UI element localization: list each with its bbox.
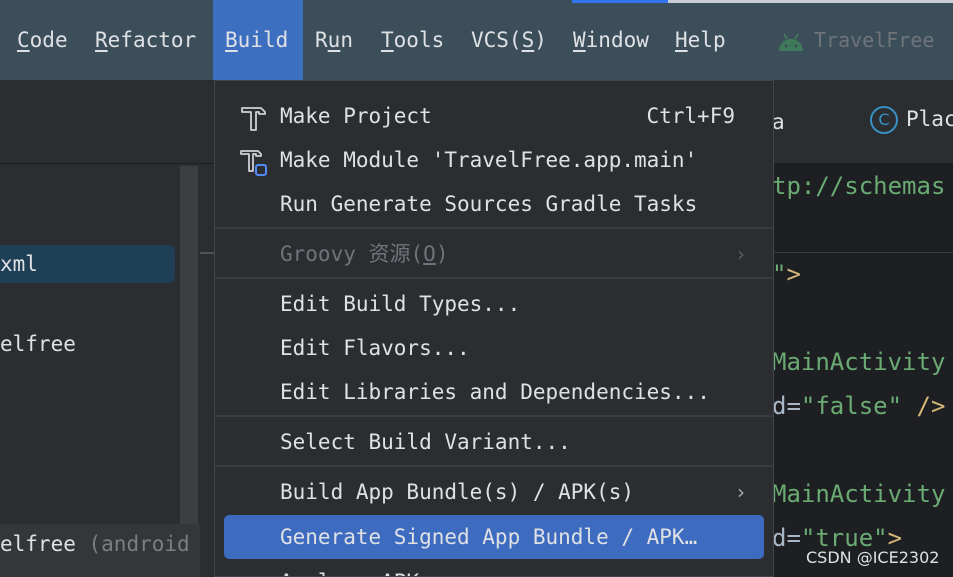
menu-item-generate-signed-bundle[interactable]: Generate Signed App Bundle / APK… — [224, 515, 764, 559]
editor-tab-class[interactable]: C Plac — [870, 106, 953, 134]
gutter-strip — [200, 164, 214, 577]
menu-item-edit-flavors[interactable]: Edit Flavors... — [215, 326, 773, 370]
app-title: TravelFree — [776, 0, 934, 80]
menu-item-run-generate-sources[interactable]: Run Generate Sources Gradle Tasks — [215, 182, 773, 226]
menu-bar: Code Refactor Build Run Tools VCS(S) Win… — [0, 0, 953, 80]
code-line-1: tp://schemas — [772, 172, 946, 200]
project-scrollbar[interactable] — [180, 166, 198, 577]
menu-item-build-app-bundle[interactable]: Build App Bundle(s) / APK(s) › — [215, 470, 773, 514]
project-item-travelfree[interactable]: elfree — [0, 332, 76, 356]
menu-separator — [215, 415, 773, 417]
gutter-line — [200, 252, 214, 254]
project-item-xml[interactable]: xml — [0, 252, 38, 276]
menu-item-make-module[interactable]: Make Module 'TravelFree.app.main' — [215, 138, 773, 182]
code-line-3: MainActivity — [772, 348, 946, 376]
build-menu-dropdown: Make Project Ctrl+F9 Make Module 'Travel… — [214, 80, 774, 577]
menu-window[interactable]: Window — [573, 0, 649, 80]
menu-item-groovy-resources: Groovy 资源(O) › — [215, 232, 773, 276]
menu-item-edit-libraries[interactable]: Edit Libraries and Dependencies... — [215, 370, 773, 414]
menu-tools[interactable]: Tools — [381, 0, 444, 80]
editor-separator — [772, 252, 953, 253]
code-line-5: MainActivity — [772, 480, 946, 508]
project-item-travelfree-android[interactable]: elfree (android — [0, 532, 190, 556]
menu-vcs[interactable]: VCS(S) — [471, 0, 547, 80]
watermark: CSDN @ICE2302 — [806, 548, 940, 567]
submenu-arrow-icon: › — [737, 480, 745, 504]
menu-refactor[interactable]: Refactor — [95, 0, 196, 80]
menu-item-analyze-apk[interactable]: Analyze APK... — [215, 560, 773, 576]
menu-item-select-build-variant[interactable]: Select Build Variant... — [215, 420, 773, 464]
android-icon — [779, 32, 803, 51]
menu-separator — [215, 227, 773, 229]
menu-item-edit-build-types[interactable]: Edit Build Types... — [215, 282, 773, 326]
menu-separator — [215, 277, 773, 279]
project-panel — [0, 164, 200, 577]
submenu-arrow-icon: › — [737, 242, 745, 266]
menu-item-make-project[interactable]: Make Project Ctrl+F9 — [215, 94, 773, 138]
left-toolbar — [0, 80, 214, 164]
menu-separator — [215, 465, 773, 467]
code-line-2: "> — [772, 260, 801, 288]
menu-code[interactable]: Code — [17, 0, 68, 80]
menu-help[interactable]: Help — [675, 0, 726, 80]
hammer-icon — [241, 107, 266, 131]
class-icon: C — [870, 106, 898, 134]
menu-build[interactable]: Build — [213, 0, 303, 80]
hammer-module-icon — [240, 150, 267, 176]
menu-run[interactable]: Run — [315, 0, 353, 80]
code-line-4: d="false" /> — [772, 392, 946, 420]
